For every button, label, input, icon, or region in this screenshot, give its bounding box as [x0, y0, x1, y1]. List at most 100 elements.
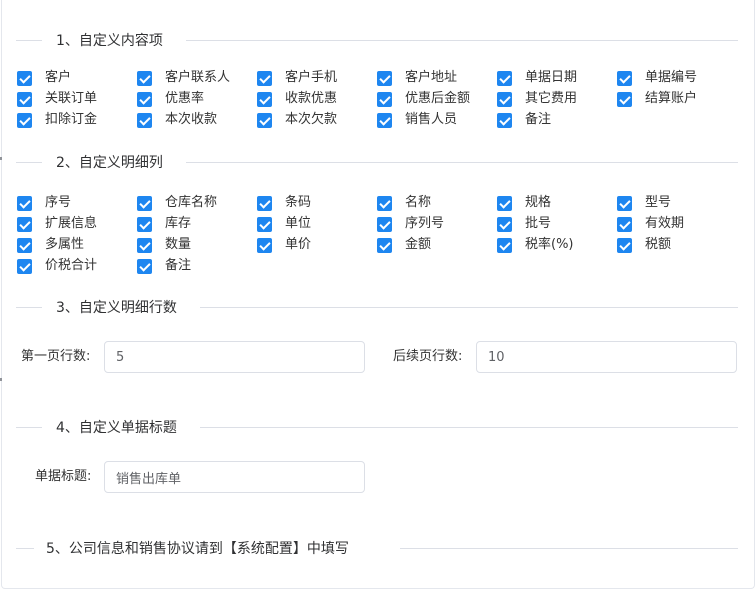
checkbox-item[interactable]: 规格 [497, 193, 551, 213]
checkbox-checked-icon[interactable] [497, 216, 512, 232]
checkbox-item[interactable]: 序列号 [377, 214, 444, 234]
checkbox-item[interactable]: 备注 [137, 256, 191, 276]
checkbox-item[interactable]: 本次收款 [137, 110, 217, 130]
checkbox-checked-icon[interactable] [17, 216, 32, 232]
checkbox-checked-icon[interactable] [617, 70, 632, 86]
checkbox-item[interactable]: 库存 [137, 214, 191, 234]
checkbox-label: 型号 [645, 195, 672, 210]
checkbox-checked-icon[interactable] [257, 112, 272, 128]
checkbox-label: 序列号 [405, 216, 445, 231]
checkbox-label: 多属性 [45, 237, 85, 252]
checkbox-label: 序号 [45, 195, 72, 210]
checkbox-label: 库存 [165, 216, 192, 231]
edge-marker [0, 157, 2, 160]
checkbox-checked-icon[interactable] [137, 112, 152, 128]
checkbox-item[interactable]: 有效期 [617, 214, 684, 234]
checkbox-item[interactable]: 其它费用 [497, 89, 577, 109]
checkbox-checked-icon[interactable] [497, 91, 512, 107]
checkbox-item[interactable]: 关联订单 [17, 89, 97, 109]
checkbox-item[interactable]: 单位 [257, 214, 311, 234]
checkbox-item[interactable]: 客户联系人 [137, 68, 230, 88]
checkbox-checked-icon[interactable] [617, 91, 632, 107]
checkbox-checked-icon[interactable] [17, 195, 32, 211]
checkbox-checked-icon[interactable] [17, 70, 32, 86]
checkbox-checked-icon[interactable] [377, 70, 392, 86]
checkbox-item[interactable]: 销售人员 [377, 110, 457, 130]
checkbox-item[interactable]: 条码 [257, 193, 311, 213]
checkbox-label: 扩展信息 [45, 216, 98, 231]
checkbox-checked-icon[interactable] [497, 112, 512, 128]
checkbox-label: 优惠率 [165, 91, 205, 106]
checkbox-checked-icon[interactable] [377, 112, 392, 128]
checkbox-item[interactable]: 客户 [17, 68, 71, 88]
checkbox-checked-icon[interactable] [17, 237, 32, 253]
checkbox-checked-icon[interactable] [617, 195, 632, 211]
checkbox-item[interactable]: 单价 [257, 235, 311, 255]
checkbox-checked-icon[interactable] [17, 112, 32, 128]
checkbox-item[interactable]: 本次欠款 [257, 110, 337, 130]
checkbox-checked-icon[interactable] [137, 70, 152, 86]
checkbox-item[interactable]: 金额 [377, 235, 431, 255]
checkbox-item[interactable]: 优惠后金额 [377, 89, 470, 109]
checkbox-checked-icon[interactable] [137, 91, 152, 107]
checkbox-checked-icon[interactable] [17, 258, 32, 274]
section-title: 4、自定义单据标题 [44, 418, 189, 438]
checkbox-item[interactable]: 型号 [617, 193, 671, 213]
checkbox-checked-icon[interactable] [497, 237, 512, 253]
bill-title-input[interactable] [104, 461, 365, 493]
checkbox-item[interactable]: 收款优惠 [257, 89, 337, 109]
checkbox-item[interactable]: 仓库名称 [137, 193, 217, 213]
section-header-content-items: 1、自定义内容项 [16, 31, 738, 51]
checkbox-item[interactable]: 税额 [617, 235, 671, 255]
checkbox-checked-icon[interactable] [137, 195, 152, 211]
checkbox-item[interactable]: 备注 [497, 110, 551, 130]
checkbox-item[interactable]: 单据编号 [617, 68, 697, 88]
checkbox-checked-icon[interactable] [137, 216, 152, 232]
checkbox-item[interactable]: 税率(%) [497, 235, 574, 255]
checkbox-item[interactable]: 客户地址 [377, 68, 457, 88]
next-page-rows-input[interactable] [476, 341, 737, 373]
checkbox-checked-icon[interactable] [377, 91, 392, 107]
checkbox-checked-icon[interactable] [377, 216, 392, 232]
first-page-rows-input[interactable] [104, 341, 365, 373]
checkbox-label: 价税合计 [45, 258, 98, 273]
checkbox-checked-icon[interactable] [257, 91, 272, 107]
checkbox-checked-icon[interactable] [137, 258, 152, 274]
checkbox-item[interactable]: 名称 [377, 193, 431, 213]
checkbox-checked-icon[interactable] [137, 237, 152, 253]
checkbox-item[interactable]: 结算账户 [617, 89, 697, 109]
checkbox-checked-icon[interactable] [377, 195, 392, 211]
checkbox-checked-icon[interactable] [377, 237, 392, 253]
checkbox-checked-icon[interactable] [617, 216, 632, 232]
checkbox-checked-icon[interactable] [257, 70, 272, 86]
checkbox-item[interactable]: 扩展信息 [17, 214, 97, 234]
checkbox-label: 客户联系人 [165, 70, 231, 85]
section-title: 1、自定义内容项 [44, 31, 175, 51]
checkbox-item[interactable]: 优惠率 [137, 89, 204, 109]
checkbox-checked-icon[interactable] [497, 70, 512, 86]
next-page-rows-label: 后续页行数: [393, 349, 463, 364]
checkbox-item[interactable]: 单据日期 [497, 68, 577, 88]
checkbox-item[interactable]: 批号 [497, 214, 551, 234]
checkbox-label: 数量 [165, 237, 192, 252]
section-title: 5、公司信息和销售协议请到【系统配置】中填写 [34, 539, 361, 559]
checkbox-item[interactable]: 数量 [137, 235, 191, 255]
checkbox-checked-icon[interactable] [617, 237, 632, 253]
checkbox-label: 税额 [645, 237, 672, 252]
checkbox-checked-icon[interactable] [257, 216, 272, 232]
checkbox-checked-icon[interactable] [17, 91, 32, 107]
checkbox-item[interactable]: 多属性 [17, 235, 84, 255]
checkbox-item[interactable]: 价税合计 [17, 256, 97, 276]
section-header-bill-title: 4、自定义单据标题 [16, 418, 738, 438]
checkbox-checked-icon[interactable] [257, 195, 272, 211]
section-header-detail-columns: 2、自定义明细列 [16, 153, 738, 173]
checkbox-item[interactable]: 客户手机 [257, 68, 337, 88]
checkbox-item[interactable]: 扣除订金 [17, 110, 97, 130]
checkbox-label: 条码 [285, 195, 312, 210]
checkbox-checked-icon[interactable] [497, 195, 512, 211]
checkbox-label: 扣除订金 [45, 112, 98, 127]
checkbox-label: 规格 [525, 195, 552, 210]
checkbox-item[interactable]: 序号 [17, 193, 71, 213]
checkbox-label: 其它费用 [525, 91, 578, 106]
checkbox-checked-icon[interactable] [257, 237, 272, 253]
